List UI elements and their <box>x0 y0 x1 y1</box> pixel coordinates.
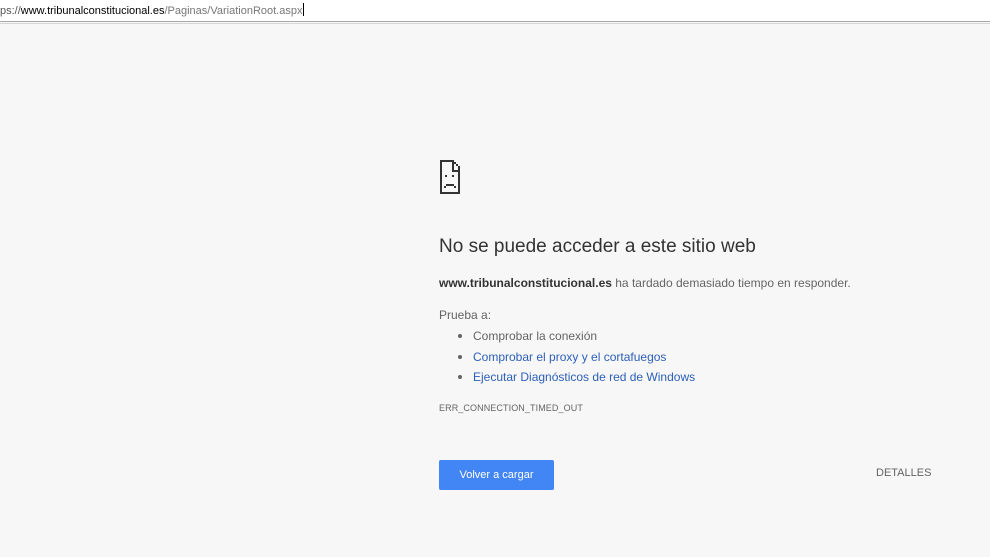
error-code: ERR_CONNECTION_TIMED_OUT <box>439 403 583 413</box>
details-button[interactable]: DETALLES <box>876 467 931 479</box>
toolbar-divider <box>0 23 990 24</box>
url-scheme: ps:// <box>0 5 21 17</box>
error-title: No se puede acceder a este sitio web <box>439 236 756 257</box>
reload-button[interactable]: Volver a cargar <box>439 460 554 490</box>
error-summary-text: ha tardado demasiado tiempo en responder… <box>611 276 851 290</box>
suggestion-label: Comprobar la conexión <box>473 329 598 343</box>
error-summary: www.tribunalconstitucional.es ha tardado… <box>439 276 851 290</box>
suggestion-check-proxy: Comprobar el proxy y el cortafuegos <box>457 347 695 368</box>
error-domain: www.tribunalconstitucional.es <box>439 276 612 290</box>
network-diagnostics-link[interactable]: Ejecutar Diagnósticos de red de Windows <box>473 370 695 384</box>
url-text[interactable]: ps://www.tribunalconstitucional.es/Pagin… <box>0 3 305 18</box>
address-bar[interactable]: ps://www.tribunalconstitucional.es/Pagin… <box>0 0 990 22</box>
suggestions-list: Comprobar la conexión Comprobar el proxy… <box>439 326 695 388</box>
suggestion-network-diagnostics: Ejecutar Diagnósticos de red de Windows <box>457 367 695 388</box>
suggestions-heading: Prueba a: <box>439 308 492 322</box>
sad-page-icon <box>440 160 466 194</box>
check-proxy-link[interactable]: Comprobar el proxy y el cortafuegos <box>473 350 666 364</box>
suggestion-check-connection: Comprobar la conexión <box>457 326 695 347</box>
url-host: www.tribunalconstitucional.es <box>20 5 165 17</box>
text-cursor <box>303 3 305 16</box>
url-path: /Paginas/VariationRoot.aspx <box>164 5 303 17</box>
